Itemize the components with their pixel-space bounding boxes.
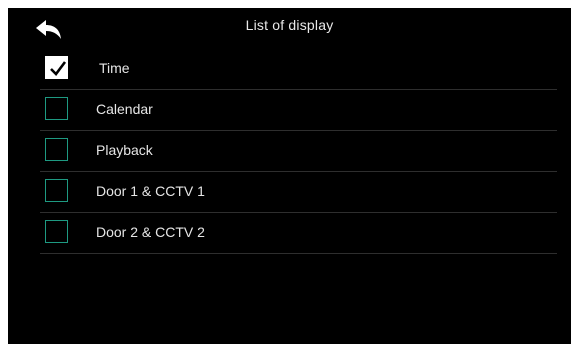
list-item-time[interactable]: Time <box>40 49 557 90</box>
list-item-door1-cctv1[interactable]: Door 1 & CCTV 1 <box>40 172 557 213</box>
checkbox-calendar[interactable] <box>45 97 68 120</box>
item-label-time: Time <box>99 60 130 76</box>
checkbox-playback[interactable] <box>45 138 68 161</box>
list-item-calendar[interactable]: Calendar <box>40 90 557 131</box>
checkbox-door2-cctv2[interactable] <box>45 220 68 243</box>
checkbox-time[interactable] <box>45 56 68 79</box>
display-options-list: Time Calendar Playback Door 1 & CCTV 1 D… <box>40 49 557 254</box>
list-item-door2-cctv2[interactable]: Door 2 & CCTV 2 <box>40 213 557 254</box>
checkmark-icon <box>50 61 67 76</box>
checkbox-door1-cctv1[interactable] <box>45 179 68 202</box>
item-label-door1-cctv1: Door 1 & CCTV 1 <box>96 183 205 199</box>
list-item-playback[interactable]: Playback <box>40 131 557 172</box>
display-screen: List of display Time Calendar Playback D… <box>8 8 571 344</box>
item-label-playback: Playback <box>96 142 153 158</box>
page-title: List of display <box>245 17 334 33</box>
item-label-calendar: Calendar <box>96 101 153 117</box>
item-label-door2-cctv2: Door 2 & CCTV 2 <box>96 224 205 240</box>
